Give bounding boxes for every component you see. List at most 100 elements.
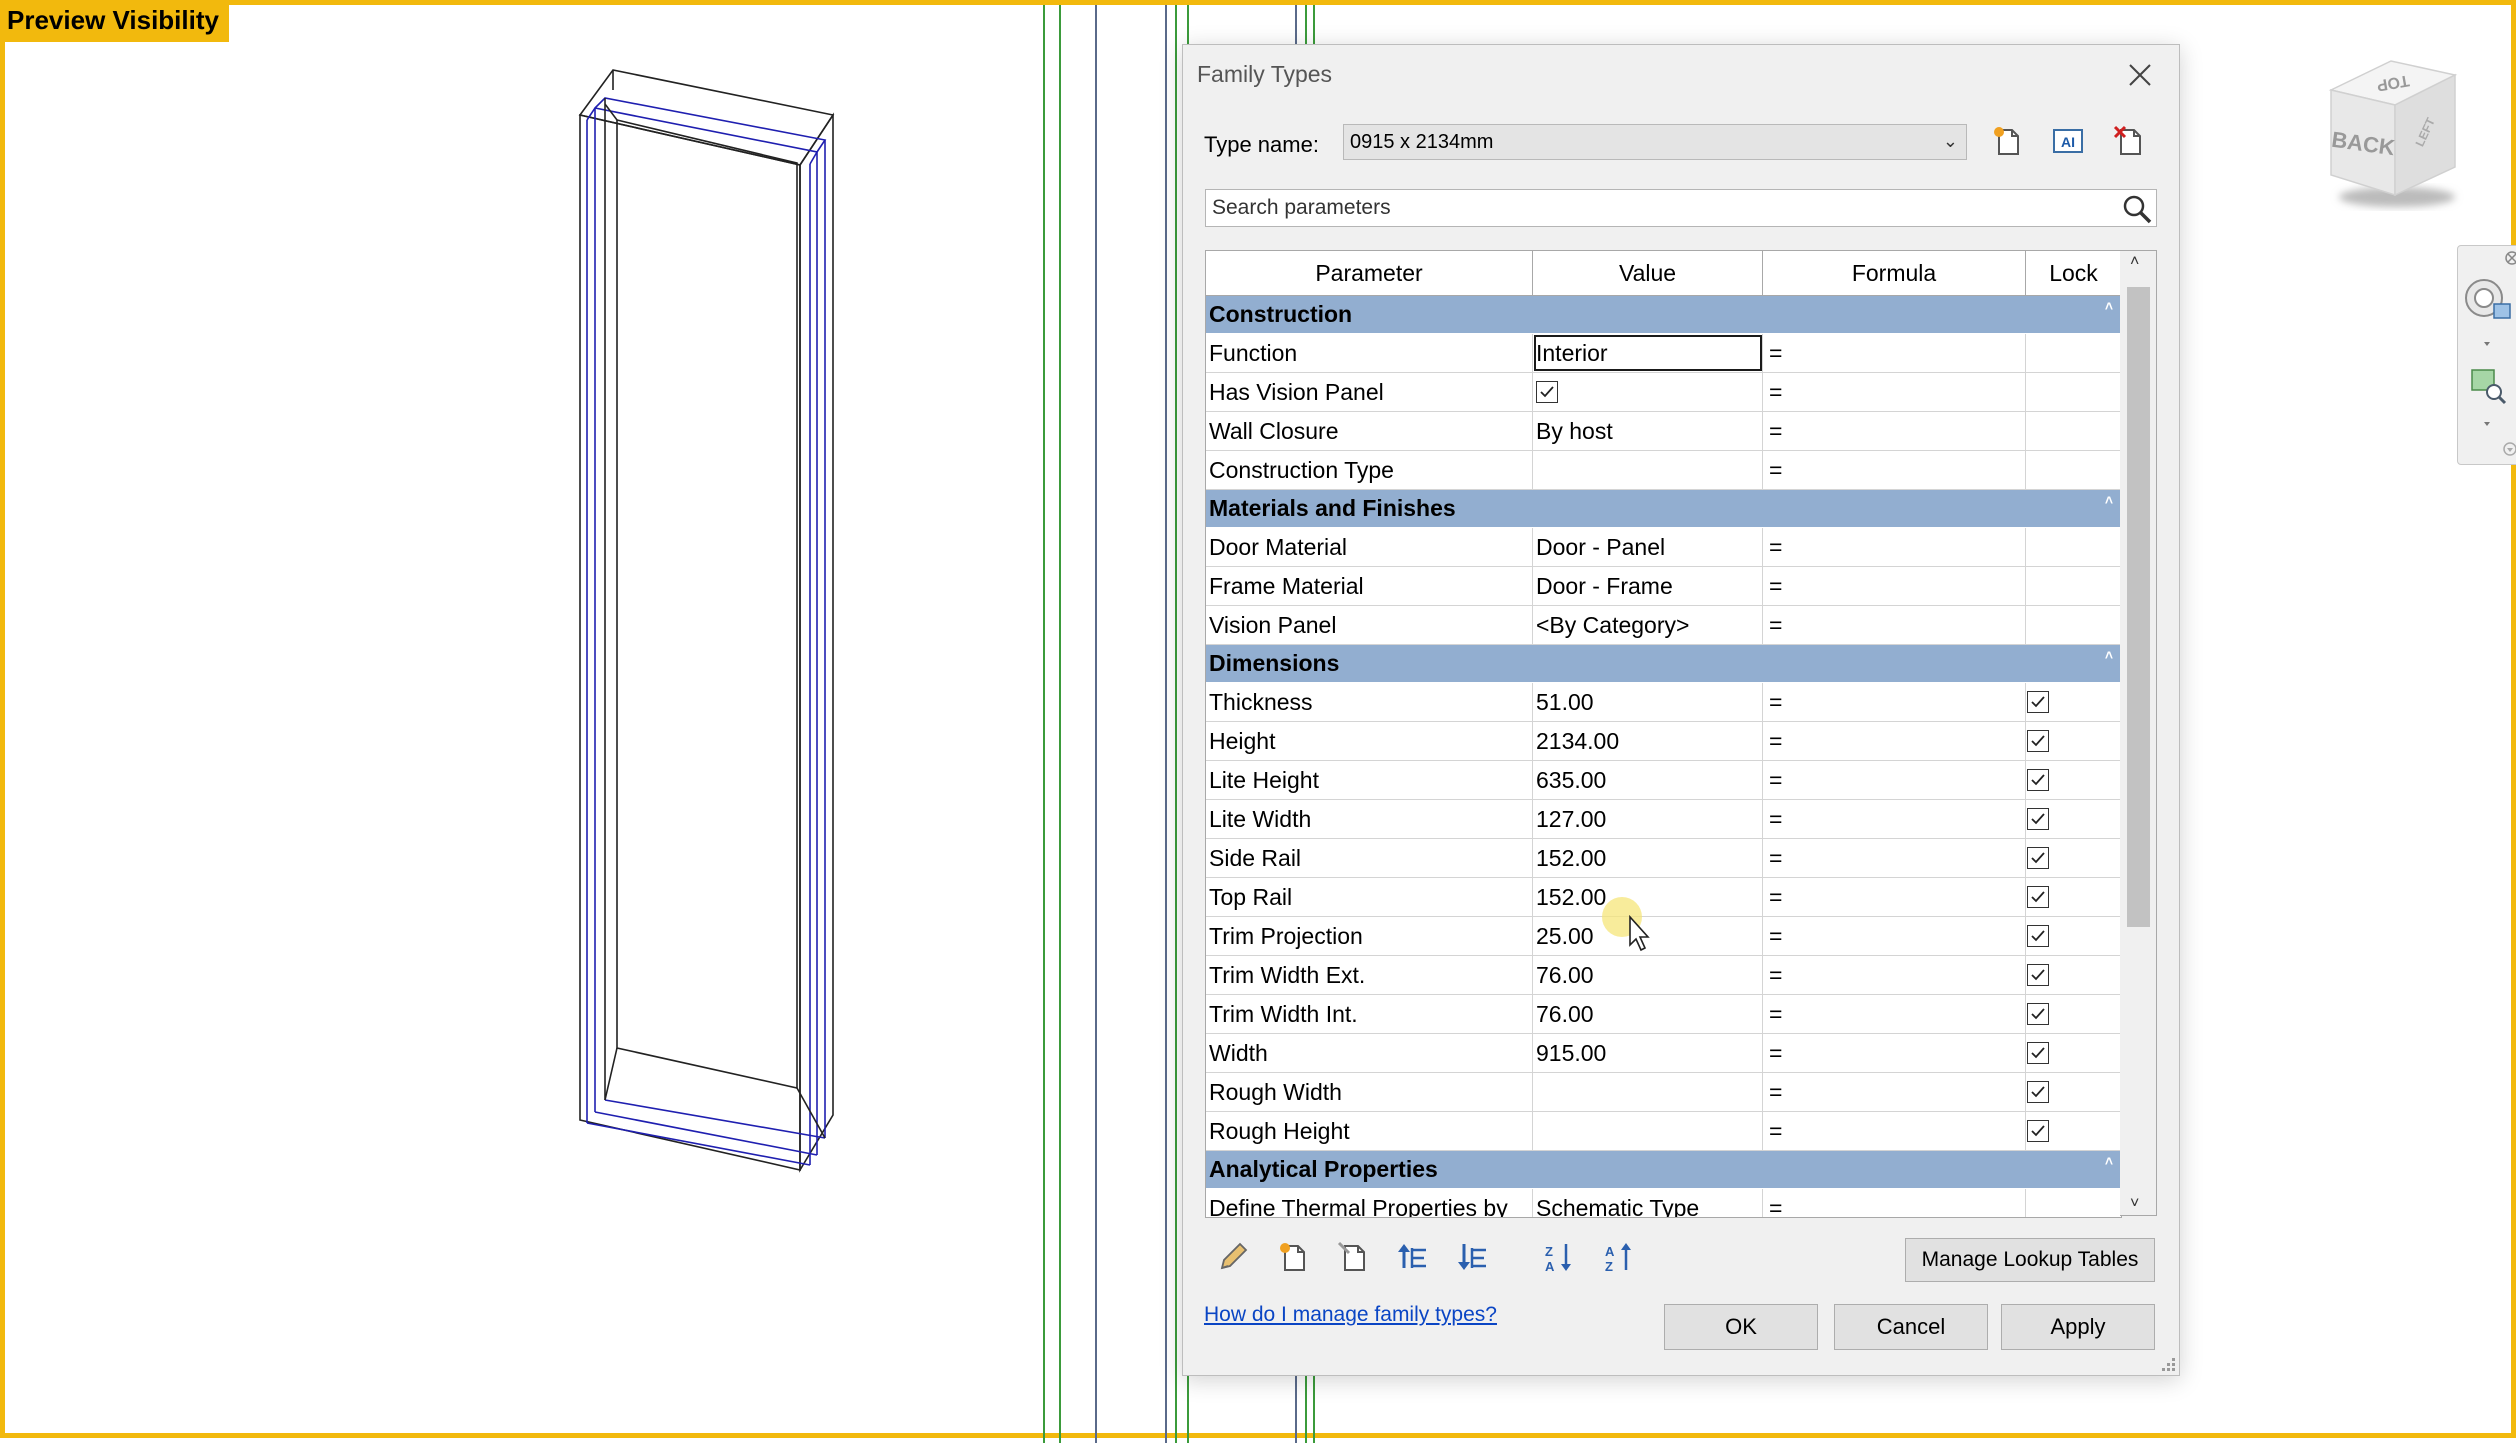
search-input[interactable] [1206, 190, 2098, 226]
parameter-value[interactable]: Door - Panel [1533, 528, 1763, 566]
parameter-row[interactable]: Lite Width 127.00 = [1206, 800, 2121, 839]
parameter-row[interactable]: Frame Material Door - Frame = [1206, 567, 2121, 606]
lock-checkbox[interactable] [2027, 964, 2049, 986]
manage-lookup-tables-button[interactable]: Manage Lookup Tables [1905, 1238, 2155, 1282]
lock-checkbox[interactable] [2027, 925, 2049, 947]
parameter-row[interactable]: Vision Panel <By Category> = [1206, 606, 2121, 645]
scroll-up-icon[interactable]: ˄ [2130, 253, 2139, 271]
sort-descending-button[interactable]: A Z [1597, 1235, 1641, 1279]
parameter-formula[interactable]: = [1763, 839, 2026, 877]
parameter-lock[interactable] [2026, 800, 2121, 838]
parameter-formula[interactable]: = [1763, 451, 2026, 489]
parameter-row[interactable]: Has Vision Panel = [1206, 373, 2121, 412]
lock-checkbox[interactable] [2027, 691, 2049, 713]
column-header-value[interactable]: Value [1533, 251, 1763, 295]
parameter-value[interactable]: Schematic Type [1533, 1189, 1763, 1217]
parameter-value[interactable] [1533, 373, 1763, 411]
parameter-formula[interactable]: = [1763, 878, 2026, 916]
move-down-button[interactable] [1451, 1235, 1495, 1279]
lock-checkbox[interactable] [2027, 808, 2049, 830]
parameter-value[interactable]: Interior [1533, 334, 1763, 372]
lock-checkbox[interactable] [2027, 1042, 2049, 1064]
collapse-icon[interactable]: ˄ [2105, 1143, 2113, 1180]
parameter-lock[interactable] [2026, 1034, 2121, 1072]
parameter-formula[interactable]: = [1763, 606, 2026, 644]
parameter-value[interactable]: 76.00 [1533, 995, 1763, 1033]
parameter-value[interactable] [1533, 451, 1763, 489]
parameter-value[interactable]: By host [1533, 412, 1763, 450]
parameter-row[interactable]: Construction Type = [1206, 451, 2121, 490]
parameter-formula[interactable]: = [1763, 956, 2026, 994]
parameter-row[interactable]: Function Interior = [1206, 334, 2121, 373]
parameter-formula[interactable]: = [1763, 917, 2026, 955]
parameter-formula[interactable]: = [1763, 1112, 2026, 1150]
parameter-formula[interactable]: = [1763, 761, 2026, 799]
edit-parameter-button[interactable] [1211, 1235, 1255, 1279]
parameter-formula[interactable]: = [1763, 683, 2026, 721]
parameter-lock[interactable] [2026, 1073, 2121, 1111]
delete-type-button[interactable] [2108, 120, 2150, 162]
parameter-formula[interactable]: = [1763, 528, 2026, 566]
delete-parameter-button[interactable] [1331, 1235, 1375, 1279]
parameter-row[interactable]: Wall Closure By host = [1206, 412, 2121, 451]
group-header[interactable]: Materials and Finishes ˄ [1206, 490, 2121, 528]
scroll-down-icon[interactable]: ˅ [2130, 1195, 2139, 1213]
parameter-formula[interactable]: = [1763, 800, 2026, 838]
parameter-value[interactable]: 152.00 [1533, 839, 1763, 877]
sort-ascending-button[interactable]: Z A [1537, 1235, 1581, 1279]
parameter-formula[interactable]: = [1763, 334, 2026, 372]
parameter-formula[interactable]: = [1763, 1189, 2026, 1217]
parameter-value[interactable]: 915.00 [1533, 1034, 1763, 1072]
parameter-formula[interactable]: = [1763, 373, 2026, 411]
lock-checkbox[interactable] [2027, 886, 2049, 908]
search-icon[interactable] [2122, 194, 2152, 224]
parameter-value[interactable]: 635.00 [1533, 761, 1763, 799]
parameter-lock[interactable] [2026, 878, 2121, 916]
parameter-value[interactable]: 127.00 [1533, 800, 1763, 838]
new-parameter-button[interactable] [1271, 1235, 1315, 1279]
parameter-row[interactable]: Trim Width Ext. 76.00 = [1206, 956, 2121, 995]
lock-checkbox[interactable] [2027, 1120, 2049, 1142]
parameter-value[interactable]: <By Category> [1533, 606, 1763, 644]
lock-checkbox[interactable] [2027, 730, 2049, 752]
parameter-lock[interactable] [2026, 683, 2121, 721]
value-checkbox[interactable] [1536, 381, 1558, 403]
lock-checkbox[interactable] [2027, 1003, 2049, 1025]
view-cube[interactable]: TOP BACK LEFT [2315, 45, 2475, 215]
parameter-lock[interactable] [2026, 995, 2121, 1033]
parameter-row[interactable]: Trim Width Int. 76.00 = [1206, 995, 2121, 1034]
parameter-row[interactable]: Rough Height = [1206, 1112, 2121, 1151]
group-header[interactable]: Construction ˄ [1206, 296, 2121, 334]
vertical-scrollbar[interactable]: ˄ ˅ [2120, 250, 2157, 1216]
parameter-row[interactable]: Height 2134.00 = [1206, 722, 2121, 761]
parameter-value[interactable]: 51.00 [1533, 683, 1763, 721]
parameter-lock[interactable] [2026, 917, 2121, 955]
parameter-row[interactable]: Width 915.00 = [1206, 1034, 2121, 1073]
scrollbar-thumb[interactable] [2127, 287, 2150, 927]
parameter-row[interactable]: Trim Projection 25.00 = [1206, 917, 2121, 956]
parameter-value[interactable] [1533, 1073, 1763, 1111]
apply-button[interactable]: Apply [2001, 1304, 2155, 1350]
parameter-formula[interactable]: = [1763, 567, 2026, 605]
parameter-row[interactable]: Rough Width = [1206, 1073, 2121, 1112]
type-name-dropdown[interactable]: 0915 x 2134mm ⌄ [1343, 124, 1967, 160]
column-header-parameter[interactable]: Parameter [1206, 251, 1533, 295]
parameter-value[interactable]: 2134.00 [1533, 722, 1763, 760]
parameter-formula[interactable]: = [1763, 722, 2026, 760]
help-link[interactable]: How do I manage family types? [1204, 1303, 1497, 1327]
lock-checkbox[interactable] [2027, 847, 2049, 869]
group-header[interactable]: Dimensions ˄ [1206, 645, 2121, 683]
column-header-formula[interactable]: Formula [1763, 251, 2026, 295]
new-type-button[interactable] [1986, 120, 2028, 162]
parameter-row[interactable]: Side Rail 152.00 = [1206, 839, 2121, 878]
close-button[interactable] [2118, 53, 2162, 97]
lock-checkbox[interactable] [2027, 1081, 2049, 1103]
collapse-icon[interactable]: ˄ [2105, 288, 2113, 325]
move-up-button[interactable] [1391, 1235, 1435, 1279]
parameter-lock[interactable] [2026, 722, 2121, 760]
parameter-formula[interactable]: = [1763, 412, 2026, 450]
parameter-row[interactable]: Thickness 51.00 = [1206, 683, 2121, 722]
parameter-value[interactable] [1533, 1112, 1763, 1150]
parameter-row[interactable]: Top Rail 152.00 = [1206, 878, 2121, 917]
parameter-lock[interactable] [2026, 956, 2121, 994]
